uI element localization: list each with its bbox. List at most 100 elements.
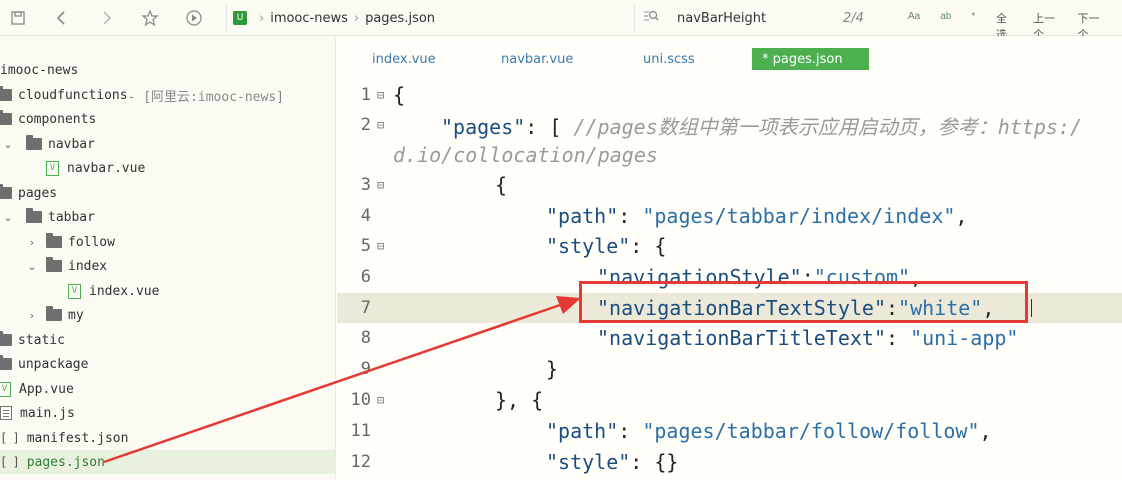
tree-item-app-vue[interactable]: V App.vue — [0, 377, 335, 401]
code-text: "path": "pages/tabbar/index/index", — [546, 204, 967, 228]
tree-item-label: pages.json — [26, 454, 105, 470]
json-value: "pages/tabbar/follow/follow" — [642, 419, 980, 443]
tree-item-manifest-json[interactable]: [ ] manifest.json — [0, 426, 335, 450]
tree-item-label: my — [68, 307, 84, 323]
chevron-right-icon[interactable]: › — [26, 236, 38, 249]
code-text: { — [393, 83, 406, 107]
tree-item-navbar[interactable]: ⌄ navbar — [0, 132, 335, 156]
vue-file-icon: V — [68, 283, 81, 299]
line-number: 6 — [360, 267, 371, 287]
line-number: 5 — [360, 236, 371, 256]
chevron-right-icon[interactable]: › — [26, 309, 38, 322]
tree-item-label: index.vue — [89, 283, 160, 299]
file-icon — [0, 406, 12, 420]
code-line: 5 ⊟ "style": { — [337, 231, 1122, 261]
json-punct: : — [618, 204, 643, 228]
toolbar: U › imooc-news › pages.json navBarHeight… — [0, 0, 1122, 41]
json-file-icon: [ ] — [0, 431, 20, 445]
fold-icon[interactable]: ⊟ — [377, 88, 387, 102]
json-file-icon: [ ] — [0, 455, 20, 469]
code-text: "navigationBarTextStyle":"white", — [597, 296, 994, 320]
json-punct: : — [801, 265, 814, 289]
tree-item-pages-json[interactable]: [ ] pages.json — [0, 450, 335, 474]
line-number: 11 — [350, 421, 371, 441]
tree-item-label: tabbar — [48, 209, 95, 225]
tree-item-follow[interactable]: › follow — [0, 230, 335, 254]
tree-item-my[interactable]: › my — [0, 303, 335, 327]
tree-item-components[interactable]: components — [0, 107, 335, 131]
folder-open-icon — [46, 257, 62, 272]
tree-item-label: follow — [68, 234, 115, 250]
fold-icon[interactable]: ⊟ — [377, 393, 387, 407]
uni-app-icon: U — [233, 11, 247, 25]
code-line: 4 "path": "pages/tabbar/index/index", — [337, 201, 1122, 231]
code-line: 9 } — [337, 354, 1122, 384]
editor-tabs: index.vue navbar.vue uni.scss * pages.js… — [337, 44, 1122, 70]
tree-item-label: main.js — [20, 405, 75, 421]
save-icon[interactable] — [8, 8, 28, 28]
tree-item-index-vue[interactable]: V index.vue — [0, 279, 335, 303]
search-bar[interactable]: navBarHeight 2/4 — [634, 4, 886, 32]
tree-item-main-js[interactable]: main.js — [0, 401, 335, 425]
tree-item-tabbar[interactable]: ⌄ tabbar — [0, 205, 335, 229]
chevron-down-icon[interactable]: ⌄ — [26, 260, 38, 273]
code-text: "path": "pages/tabbar/follow/follow", — [546, 419, 992, 443]
folder-open-icon — [26, 208, 42, 223]
search-icon — [643, 9, 663, 27]
json-key: "path" — [546, 419, 619, 443]
code-editor[interactable]: index.vue navbar.vue uni.scss * pages.js… — [337, 36, 1122, 480]
fold-icon[interactable]: ⊟ — [377, 178, 387, 192]
json-value: "white" — [898, 296, 983, 320]
vue-file-icon: V — [0, 381, 11, 397]
search-input[interactable]: navBarHeight — [677, 11, 766, 26]
match-case-toggle[interactable]: Aa — [908, 11, 920, 22]
back-icon[interactable] — [52, 8, 72, 28]
tree-item-pages[interactable]: pages — [0, 181, 335, 205]
folder-icon — [0, 184, 12, 199]
whole-word-toggle[interactable]: ab — [940, 11, 951, 22]
forward-icon[interactable] — [96, 8, 116, 28]
json-punct: : — [885, 296, 899, 320]
tree-item-static[interactable]: static — [0, 328, 335, 352]
fold-icon[interactable]: ⊟ — [377, 118, 387, 132]
tab-navbar-vue[interactable]: navbar.vue — [501, 48, 573, 70]
line-number: 10 — [350, 390, 371, 410]
tree-item-label: pages — [18, 185, 58, 201]
tab-index-vue[interactable]: index.vue — [372, 48, 436, 70]
folder-icon — [0, 355, 12, 370]
json-key: "navigationBarTitleText" — [597, 326, 886, 350]
line-number: 1 — [360, 85, 371, 105]
line-number: 9 — [360, 359, 371, 379]
json-key: "style" — [546, 450, 631, 474]
tree-item-index[interactable]: ⌄ index — [0, 254, 335, 278]
code-text: { — [495, 173, 508, 197]
code-line: 11 "path": "pages/tabbar/follow/follow", — [337, 416, 1122, 446]
chevron-down-icon[interactable]: ⌄ — [2, 211, 14, 224]
star-icon[interactable] — [140, 8, 160, 28]
code-text: "navigationStyle":"custom", — [597, 265, 922, 289]
folder-icon — [0, 110, 12, 125]
tree-item-unpackage[interactable]: unpackage — [0, 352, 335, 376]
tree-item-navbar-vue[interactable]: V navbar.vue — [0, 156, 335, 180]
tab-pages-json[interactable]: * pages.json — [752, 48, 869, 70]
line-number: 2 — [360, 115, 371, 135]
tree-project-root[interactable]: imooc-news — [0, 58, 335, 82]
search-options: Aa ab * — [908, 11, 995, 22]
code-line-current: 7 "navigationBarTextStyle":"white", — [337, 293, 1122, 323]
code-text: }, { — [495, 388, 544, 412]
breadcrumb-project[interactable]: imooc-news — [270, 11, 348, 26]
tree-item-cloudfunctions[interactable]: cloudfunctions - [阿里云:imooc-news] — [0, 83, 335, 107]
tab-uni-scss[interactable]: uni.scss — [643, 48, 695, 70]
breadcrumb-file[interactable]: pages.json — [365, 11, 435, 26]
tree-item-label: cloudfunctions — [18, 87, 128, 103]
run-icon[interactable] — [184, 8, 204, 28]
code-line: 12 "style": {} — [337, 447, 1122, 477]
search-match-count: 2/4 — [843, 10, 864, 26]
regex-toggle[interactable]: * — [971, 11, 975, 22]
line-number: 7 — [360, 298, 371, 318]
text-cursor — [1031, 299, 1032, 317]
chevron-down-icon[interactable]: ⌄ — [2, 138, 14, 151]
fold-icon[interactable]: ⊟ — [377, 239, 387, 253]
project-name: imooc-news — [0, 62, 79, 78]
json-key: "path" — [546, 204, 619, 228]
